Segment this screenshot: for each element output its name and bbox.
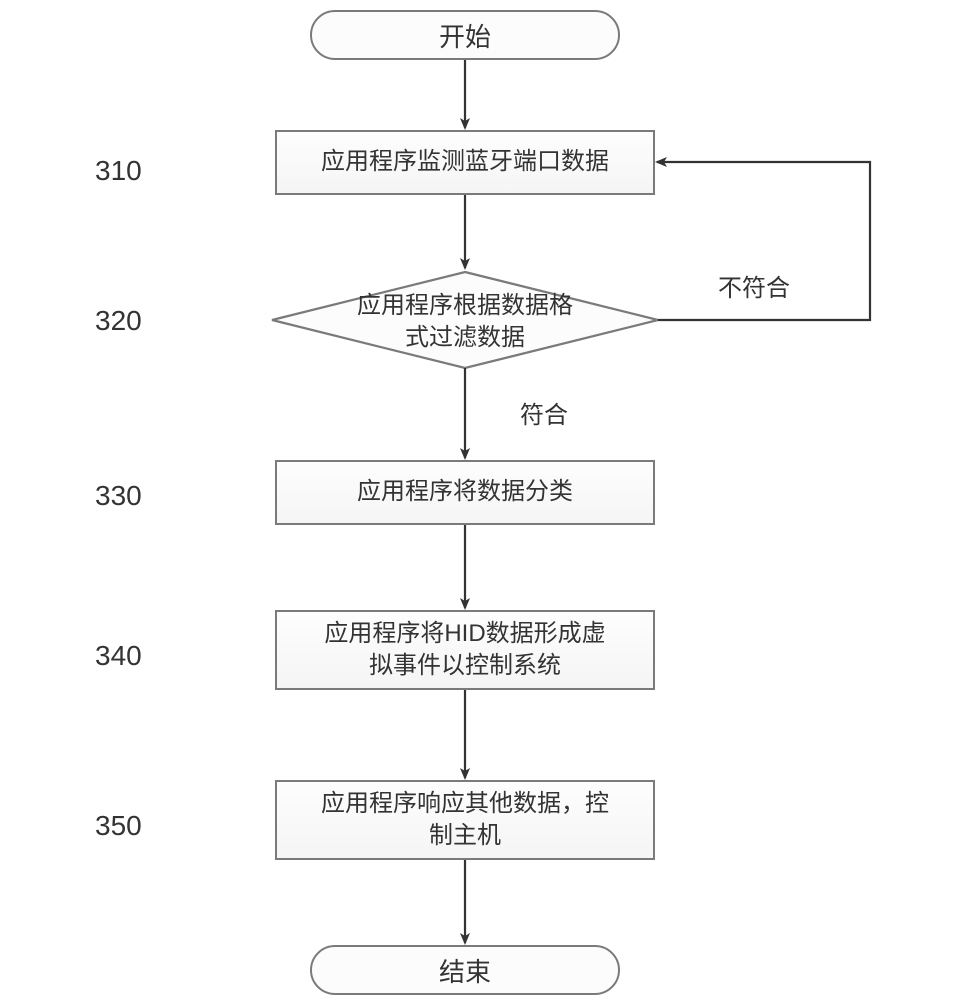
process-340-line2: 拟事件以控制系统: [369, 652, 561, 679]
edge-label-fail: 不符合: [718, 268, 790, 303]
decision-320-line2: 式过滤数据: [405, 324, 525, 351]
process-310-label: 应用程序监测蓝牙端口数据: [321, 146, 609, 178]
decision-320-line1: 应用程序根据数据格: [357, 292, 573, 319]
step-label-330: 330: [95, 480, 142, 512]
process-330: 应用程序将数据分类: [275, 460, 655, 525]
step-label-350: 350: [95, 810, 142, 842]
step-label-320: 320: [95, 305, 142, 337]
step-label-310: 310: [95, 155, 142, 187]
process-350-line1: 应用程序响应其他数据，控: [321, 790, 609, 817]
start-label: 开始: [439, 17, 491, 54]
process-340: 应用程序将HID数据形成虚 拟事件以控制系统: [275, 610, 655, 690]
process-350: 应用程序响应其他数据，控 制主机: [275, 780, 655, 860]
process-310: 应用程序监测蓝牙端口数据: [275, 130, 655, 195]
process-350-line2: 制主机: [429, 822, 501, 849]
process-330-label: 应用程序将数据分类: [357, 476, 573, 508]
end-label: 结束: [439, 952, 491, 989]
step-label-340: 340: [95, 640, 142, 672]
process-340-line1: 应用程序将HID数据形成虚: [324, 620, 605, 647]
edge-label-pass: 符合: [520, 395, 568, 430]
end-terminator: 结束: [310, 945, 620, 995]
start-terminator: 开始: [310, 10, 620, 60]
flowchart-canvas: 310 320 330 340 350 开始 应用程序监测蓝牙端口数据 应用程序…: [0, 0, 964, 1000]
decision-320-text: 应用程序根据数据格 式过滤数据: [315, 290, 615, 355]
